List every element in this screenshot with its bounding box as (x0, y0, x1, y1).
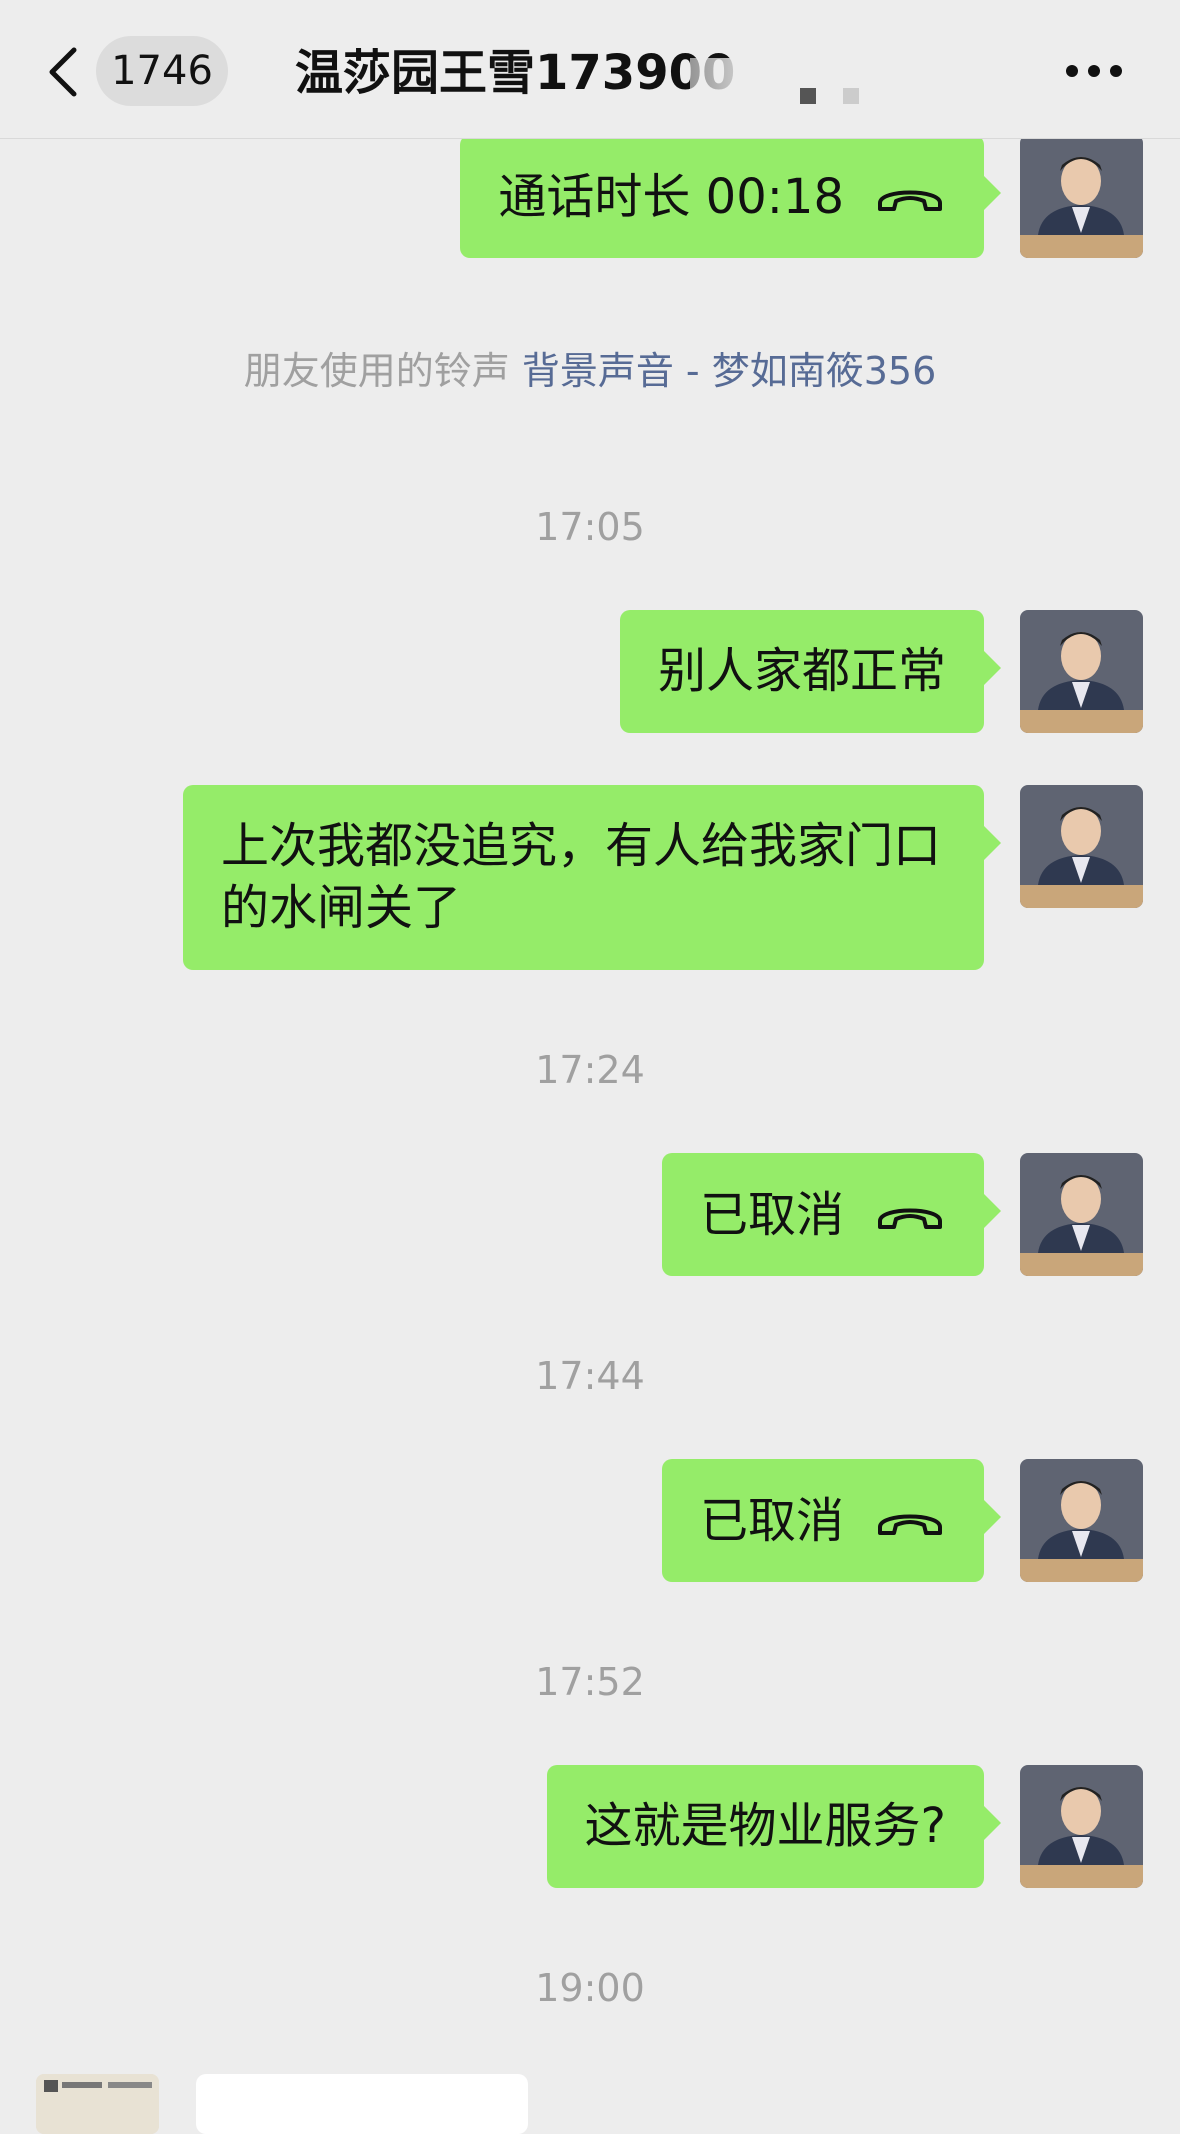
timestamp: 17:24 (535, 1048, 645, 1092)
call-duration-text: 通话时长 00:18 (498, 168, 844, 225)
timestamp: 17:52 (535, 1660, 645, 1704)
ringtone-link[interactable]: 背景声音 - 梦如南筱356 (522, 349, 936, 393)
contact-avatar[interactable] (36, 2074, 159, 2134)
avatar[interactable] (1020, 1459, 1143, 1582)
phone-hangup-icon (878, 1208, 942, 1229)
message-row: 通话时长 00:18 (0, 135, 1180, 260)
phone-hangup-icon (878, 190, 942, 211)
message-row: 这就是物业服务? (0, 1765, 1180, 1890)
more-dots-icon[interactable] (1064, 56, 1124, 86)
message-bubble[interactable]: 别人家都正常 (619, 610, 1002, 733)
phone-hangup-icon (878, 1514, 942, 1535)
call-record-bubble[interactable]: 已取消 (661, 1459, 1002, 1582)
call-record-bubble[interactable]: 通话时长 00:18 (460, 135, 1001, 258)
redaction-mark (843, 88, 859, 104)
call-status-text: 已取消 (699, 1186, 844, 1243)
chat-header: 1746 温莎园王雪173900 (0, 0, 1180, 139)
timestamp: 19:00 (535, 1966, 645, 2010)
call-status-text: 已取消 (699, 1492, 844, 1549)
chat-title: 温莎园王雪173900 (295, 45, 736, 101)
ringtone-prefix: 朋友使用的铃声 (243, 349, 510, 393)
avatar[interactable] (1020, 135, 1143, 258)
message-row: 上次我都没追究，有人给我家门口的水闸关了 (0, 785, 1180, 970)
message-bubble[interactable]: 这就是物业服务? (546, 1765, 1002, 1888)
avatar[interactable] (1020, 610, 1143, 733)
unread-count-badge[interactable]: 1746 (96, 36, 228, 106)
avatar[interactable] (1020, 785, 1143, 908)
call-record-bubble[interactable]: 已取消 (661, 1153, 1002, 1276)
incoming-message-bubble[interactable] (196, 2074, 528, 2134)
chevron-left-icon[interactable] (44, 44, 84, 100)
message-bubble[interactable]: 上次我都没追究，有人给我家门口的水闸关了 (183, 785, 1001, 970)
message-row: 已取消 (0, 1459, 1180, 1584)
avatar[interactable] (1020, 1153, 1143, 1276)
avatar[interactable] (1020, 1765, 1143, 1888)
redaction-mark (800, 88, 816, 104)
message-row: 已取消 (0, 1153, 1180, 1278)
title-redaction (690, 58, 890, 108)
timestamp: 17:05 (535, 505, 645, 549)
message-row: 别人家都正常 (0, 610, 1180, 735)
timestamp: 17:44 (535, 1354, 645, 1398)
ringtone-notice: 朋友使用的铃声 背景声音 - 梦如南筱356 (0, 340, 1180, 395)
